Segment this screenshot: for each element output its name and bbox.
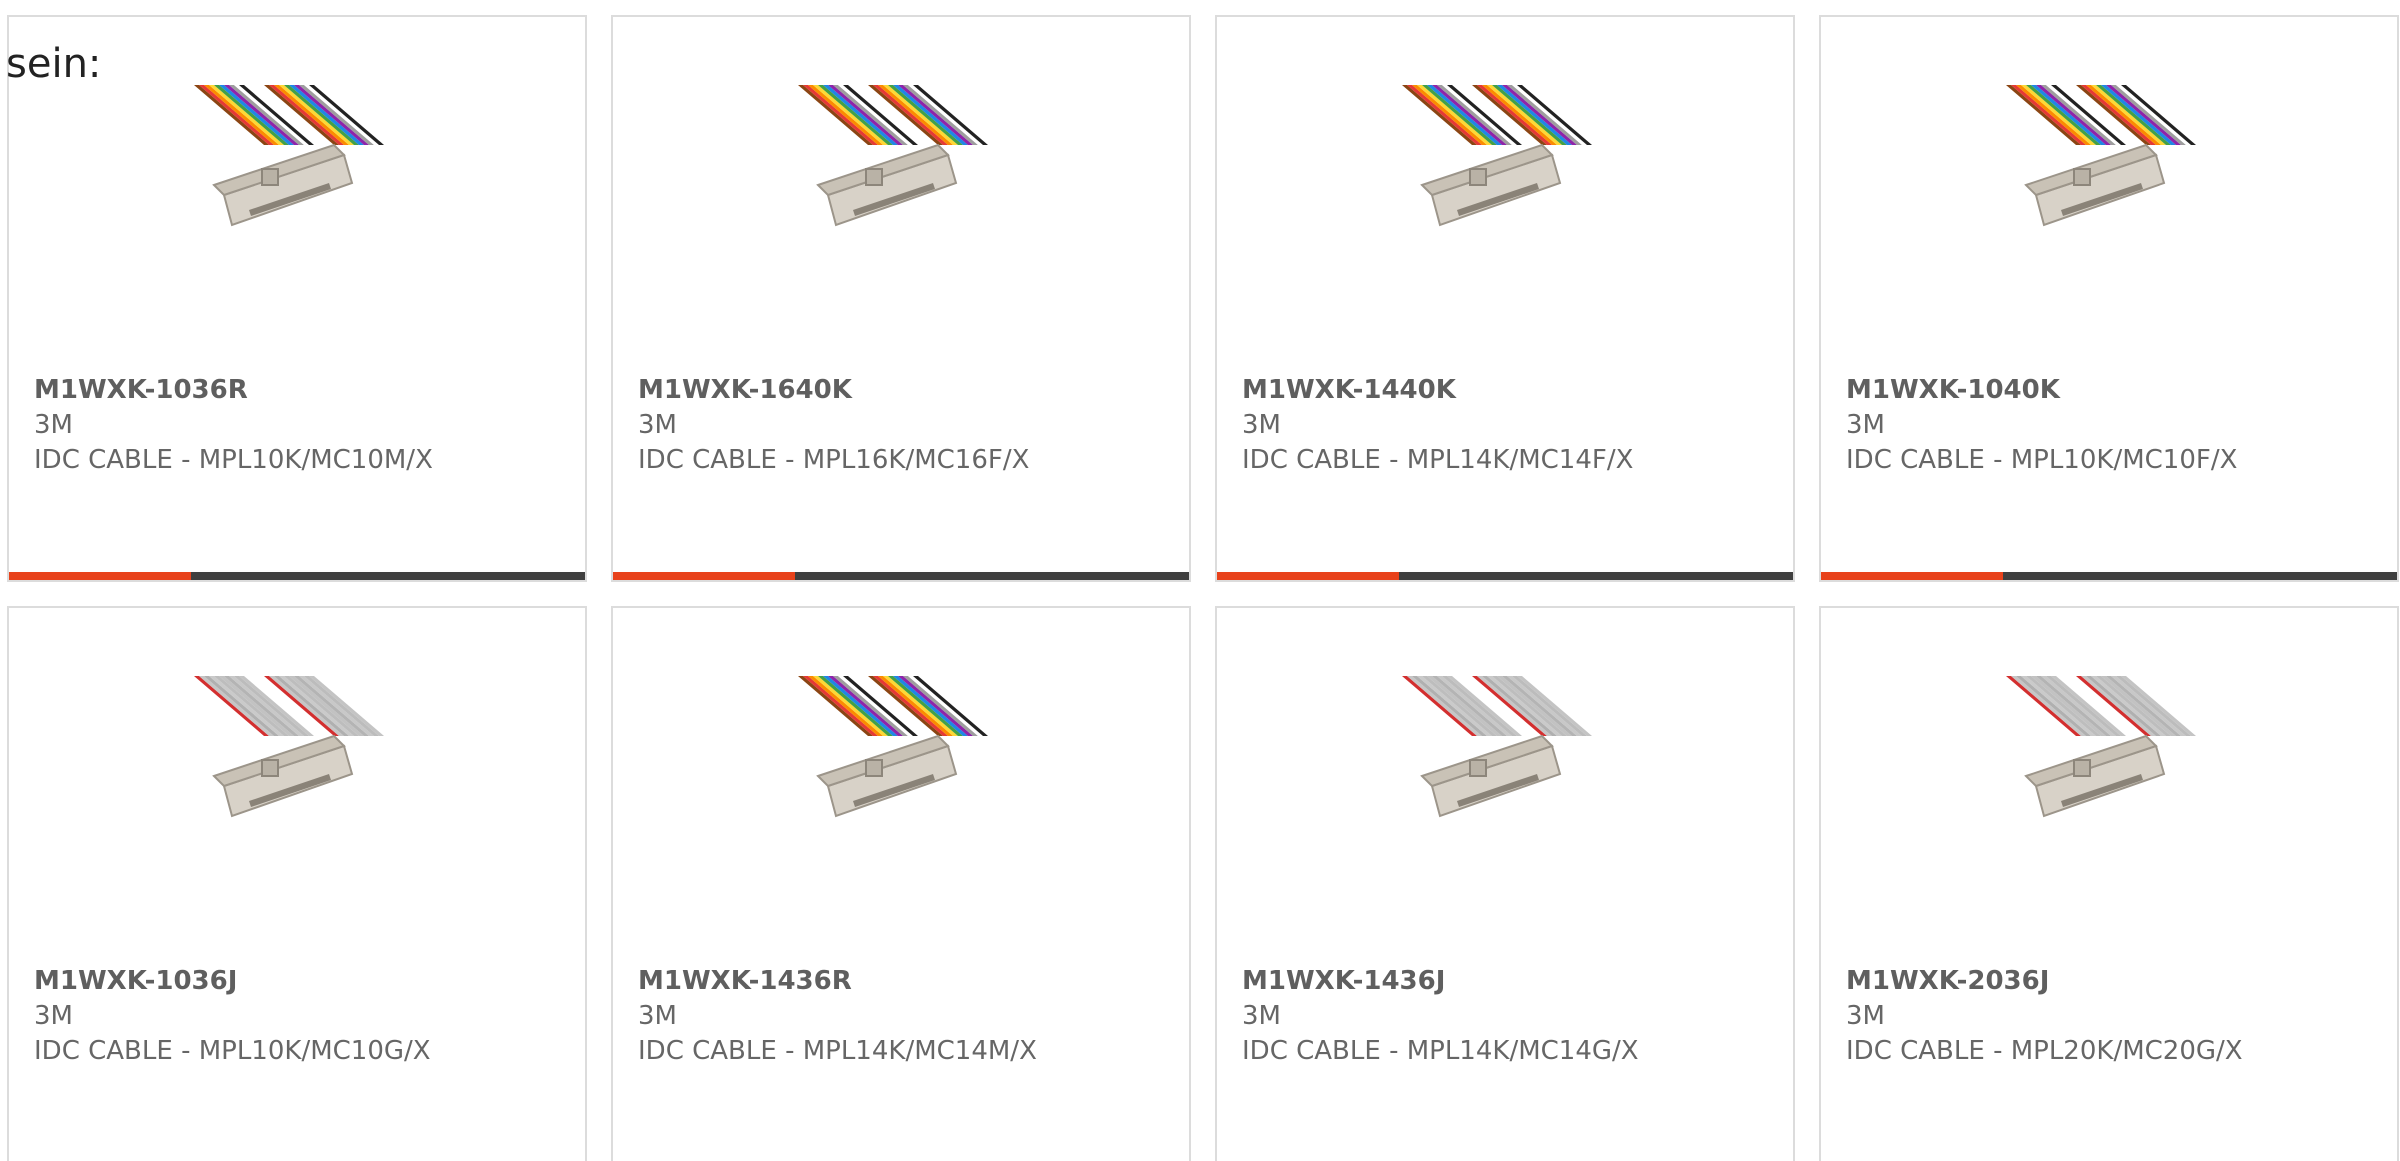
connector-latch	[865, 168, 883, 186]
product-card[interactable]: M1WXK-1640K 3M IDC CABLE - MPL16K/MC16F/…	[611, 15, 1191, 582]
card-progress-bar	[1821, 572, 2397, 580]
product-info: M1WXK-1436J 3M IDC CABLE - MPL14K/MC14G/…	[1242, 964, 1639, 1069]
product-description: IDC CABLE - MPL10K/MC10F/X	[1846, 445, 2238, 475]
connector-latch	[2073, 759, 2091, 777]
product-listing-page: sein: M1WXK-1036R 3M IDC CABLE - MPL10K/…	[0, 0, 2400, 1161]
product-info: M1WXK-1040K 3M IDC CABLE - MPL10K/MC10F/…	[1846, 373, 2237, 478]
connector-latch	[865, 759, 883, 777]
product-description: IDC CABLE - MPL10K/MC10G/X	[34, 1036, 431, 1066]
product-brand: 3M	[34, 410, 73, 440]
card-progress-bar	[1217, 572, 1793, 580]
connector-latch	[261, 168, 279, 186]
card-progress-accent	[1217, 572, 1399, 580]
product-grid: M1WXK-1036R 3M IDC CABLE - MPL10K/MC10M/…	[7, 15, 2400, 1161]
product-description: IDC CABLE - MPL14K/MC14F/X	[1242, 445, 1634, 475]
product-part-number[interactable]: M1WXK-1436J	[1242, 964, 1639, 999]
card-progress-bar	[613, 572, 1189, 580]
product-card[interactable]: M1WXK-1036R 3M IDC CABLE - MPL10K/MC10M/…	[7, 15, 587, 582]
product-info: M1WXK-1036J 3M IDC CABLE - MPL10K/MC10G/…	[34, 964, 431, 1069]
product-card[interactable]: M1WXK-1436R 3M IDC CABLE - MPL14K/MC14M/…	[611, 606, 1191, 1161]
product-description: IDC CABLE - MPL20K/MC20G/X	[1846, 1036, 2243, 1066]
product-brand: 3M	[34, 1001, 73, 1031]
product-card[interactable]: M1WXK-2036J 3M IDC CABLE - MPL20K/MC20G/…	[1819, 606, 2399, 1161]
product-brand: 3M	[638, 1001, 677, 1031]
product-info: M1WXK-1036R 3M IDC CABLE - MPL10K/MC10M/…	[34, 373, 433, 478]
ribbon-cable-icon	[798, 85, 988, 227]
product-part-number[interactable]: M1WXK-2036J	[1846, 964, 2243, 999]
ribbon-cable-icon	[2006, 676, 2196, 818]
ribbon-cable-icon	[194, 85, 384, 227]
connector-latch	[1469, 168, 1487, 186]
card-progress-accent	[9, 572, 191, 580]
product-brand: 3M	[1846, 1001, 1885, 1031]
product-info: M1WXK-1440K 3M IDC CABLE - MPL14K/MC14F/…	[1242, 373, 1633, 478]
product-brand: 3M	[1242, 1001, 1281, 1031]
product-card[interactable]: M1WXK-1036J 3M IDC CABLE - MPL10K/MC10G/…	[7, 606, 587, 1161]
product-part-number[interactable]: M1WXK-1036R	[34, 373, 433, 408]
ribbon-cable-icon	[194, 676, 384, 818]
product-info: M1WXK-1640K 3M IDC CABLE - MPL16K/MC16F/…	[638, 373, 1029, 478]
product-part-number[interactable]: M1WXK-1640K	[638, 373, 1029, 408]
product-description: IDC CABLE - MPL10K/MC10M/X	[34, 445, 433, 475]
product-description: IDC CABLE - MPL14K/MC14G/X	[1242, 1036, 1639, 1066]
product-info: M1WXK-2036J 3M IDC CABLE - MPL20K/MC20G/…	[1846, 964, 2243, 1069]
product-card[interactable]: M1WXK-1440K 3M IDC CABLE - MPL14K/MC14F/…	[1215, 15, 1795, 582]
product-brand: 3M	[1242, 410, 1281, 440]
product-brand: 3M	[638, 410, 677, 440]
product-card[interactable]: M1WXK-1040K 3M IDC CABLE - MPL10K/MC10F/…	[1819, 15, 2399, 582]
card-progress-accent	[613, 572, 795, 580]
connector-latch	[1469, 759, 1487, 777]
product-part-number[interactable]: M1WXK-1040K	[1846, 373, 2237, 408]
ribbon-cable-icon	[798, 676, 988, 818]
connector-latch	[261, 759, 279, 777]
product-info: M1WXK-1436R 3M IDC CABLE - MPL14K/MC14M/…	[638, 964, 1037, 1069]
product-card[interactable]: M1WXK-1436J 3M IDC CABLE - MPL14K/MC14G/…	[1215, 606, 1795, 1161]
ribbon-cable-icon	[1402, 85, 1592, 227]
card-progress-accent	[1821, 572, 2003, 580]
intro-text: sein:	[6, 41, 102, 87]
product-part-number[interactable]: M1WXK-1036J	[34, 964, 431, 999]
connector-latch	[2073, 168, 2091, 186]
product-part-number[interactable]: M1WXK-1440K	[1242, 373, 1633, 408]
ribbon-cable-icon	[2006, 85, 2196, 227]
ribbon-cable-icon	[1402, 676, 1592, 818]
product-part-number[interactable]: M1WXK-1436R	[638, 964, 1037, 999]
card-progress-bar	[9, 572, 585, 580]
product-brand: 3M	[1846, 410, 1885, 440]
product-description: IDC CABLE - MPL16K/MC16F/X	[638, 445, 1030, 475]
product-description: IDC CABLE - MPL14K/MC14M/X	[638, 1036, 1037, 1066]
